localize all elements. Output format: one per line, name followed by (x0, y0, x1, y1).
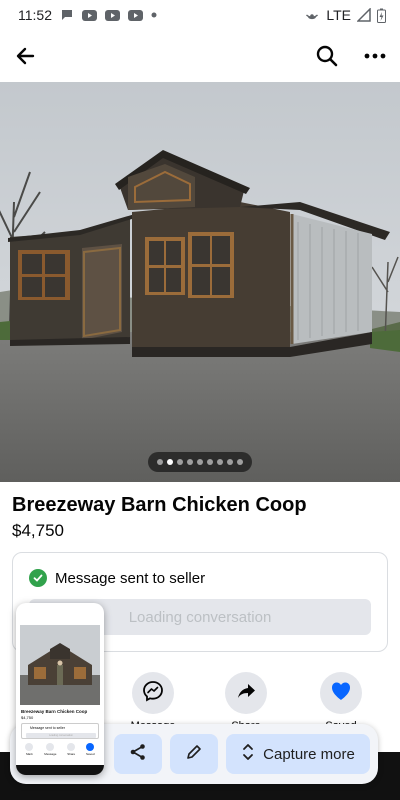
thumbnail-actions: Mark Message Share Saved (20, 743, 100, 756)
carousel-dot[interactable] (227, 459, 233, 465)
share-icon (235, 680, 257, 707)
hotspot-icon (304, 8, 320, 22)
signal-icon (357, 8, 371, 22)
check-circle-icon (29, 569, 47, 587)
top-app-bar (0, 30, 400, 82)
battery-charging-icon (377, 8, 386, 23)
screenshot-thumbnail[interactable]: Breezeway Barn Chicken Coop $4,750 Messa… (16, 603, 104, 775)
thumbnail-action: Mark (25, 743, 34, 756)
carousel-dot[interactable] (237, 459, 243, 465)
youtube-icon (105, 9, 120, 21)
expand-vertical-icon (241, 743, 255, 766)
thumbnail-message-card: Message sent to seller Loading conversat… (21, 723, 99, 739)
pencil-icon (185, 743, 203, 766)
carousel-dot[interactable] (197, 459, 203, 465)
search-icon[interactable] (314, 43, 340, 69)
thumbnail-price: $4,750 (21, 715, 34, 720)
capture-more-button[interactable]: Capture more (226, 734, 370, 774)
message-action-button[interactable] (132, 672, 174, 714)
carousel-dot[interactable] (177, 459, 183, 465)
capture-more-label: Capture more (263, 745, 355, 763)
thumbnail-message-text: Message sent to seller (30, 726, 66, 730)
carousel-dot[interactable] (217, 459, 223, 465)
message-sent-text: Message sent to seller (55, 569, 206, 587)
back-arrow-icon[interactable] (12, 43, 38, 69)
more-icon[interactable] (362, 43, 388, 69)
status-time: 11:52 (18, 7, 52, 23)
edit-screenshot-button[interactable] (170, 734, 218, 774)
share-action-button[interactable] (225, 672, 267, 714)
network-type: LTE (326, 7, 351, 23)
heart-icon (330, 681, 352, 706)
youtube-icon (128, 9, 143, 21)
carousel-indicator[interactable] (148, 452, 252, 472)
thumbnail-action: Saved (86, 743, 95, 756)
status-bar: 11:52 LTE (0, 0, 400, 30)
thumbnail-photo (20, 625, 100, 705)
carousel-dot-active[interactable] (167, 459, 173, 465)
save-action-button[interactable] (320, 672, 362, 714)
listing-title: Breezeway Barn Chicken Coop (12, 494, 307, 516)
share-icon (129, 743, 147, 766)
thumbnail-action: Message (44, 743, 56, 756)
carousel-dot[interactable] (187, 459, 193, 465)
thumbnail-nav-bar (16, 765, 104, 775)
carousel-dot[interactable] (157, 459, 163, 465)
share-screenshot-button[interactable] (114, 734, 162, 774)
thumbnail-loading: Loading conversation (26, 733, 96, 738)
listing-photo[interactable] (0, 82, 400, 482)
thumbnail-action: Share (67, 743, 75, 756)
listing-price: $4,750 (12, 521, 64, 540)
carousel-dot[interactable] (207, 459, 213, 465)
youtube-icon (82, 9, 97, 21)
dot-icon (151, 12, 157, 18)
thumbnail-title: Breezeway Barn Chicken Coop (21, 709, 88, 714)
chat-bubble-icon (60, 8, 74, 22)
messenger-icon (142, 680, 164, 707)
